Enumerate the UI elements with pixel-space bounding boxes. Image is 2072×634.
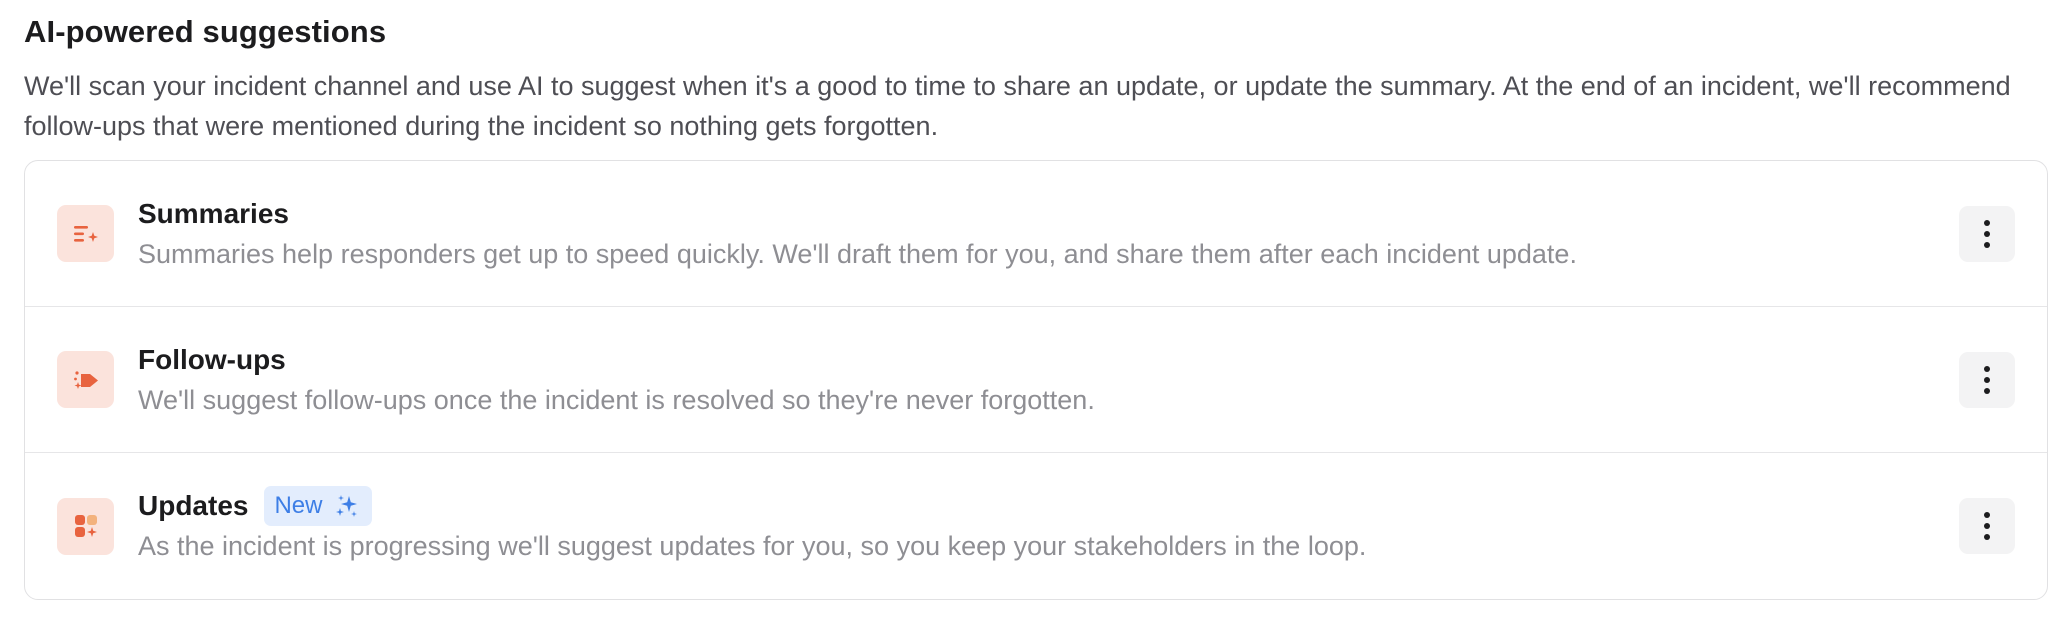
feature-row-summaries: Summaries Summaries help responders get … [25, 161, 2047, 307]
more-options-button[interactable] [1959, 498, 2015, 554]
feature-description: As the incident is progressing we'll sug… [138, 531, 1367, 561]
more-vertical-icon [1984, 512, 1990, 540]
feature-row-follow-ups: Follow-ups We'll suggest follow-ups once… [25, 307, 2047, 453]
feature-text: Updates New As the incident is progressi… [138, 486, 1959, 566]
feature-text: Follow-ups We'll suggest follow-ups once… [138, 340, 1959, 420]
more-options-button[interactable] [1959, 205, 2015, 262]
feature-title: Follow-ups [138, 343, 286, 375]
badge-label: New [274, 492, 323, 519]
feature-title: Updates [138, 490, 249, 521]
section-description: We'll scan your incident channel and use… [24, 71, 2011, 141]
feature-description: Summaries help responders get up to spee… [138, 238, 1577, 269]
feature-title: Summaries [138, 197, 289, 229]
more-vertical-icon [1984, 219, 1990, 248]
follow-up-arrow-sparkle-icon [57, 351, 114, 408]
feature-row-updates: Updates New As the incident is progressi… [25, 453, 2047, 599]
section-title: AI-powered suggestions [24, 14, 387, 49]
sparkles-icon [336, 495, 358, 517]
more-vertical-icon [1984, 365, 1990, 394]
ai-suggestions-section: AI-powered suggestions We'll scan your i… [0, 0, 2072, 600]
feature-description: We'll suggest follow-ups once the incide… [138, 384, 1095, 415]
feature-text: Summaries Summaries help responders get … [138, 194, 1959, 274]
summary-lines-sparkle-icon [57, 205, 114, 262]
updates-blocks-sparkle-icon [57, 497, 114, 555]
more-options-button[interactable] [1959, 351, 2015, 408]
new-badge: New [264, 486, 373, 526]
features-card: Summaries Summaries help responders get … [24, 160, 2048, 600]
